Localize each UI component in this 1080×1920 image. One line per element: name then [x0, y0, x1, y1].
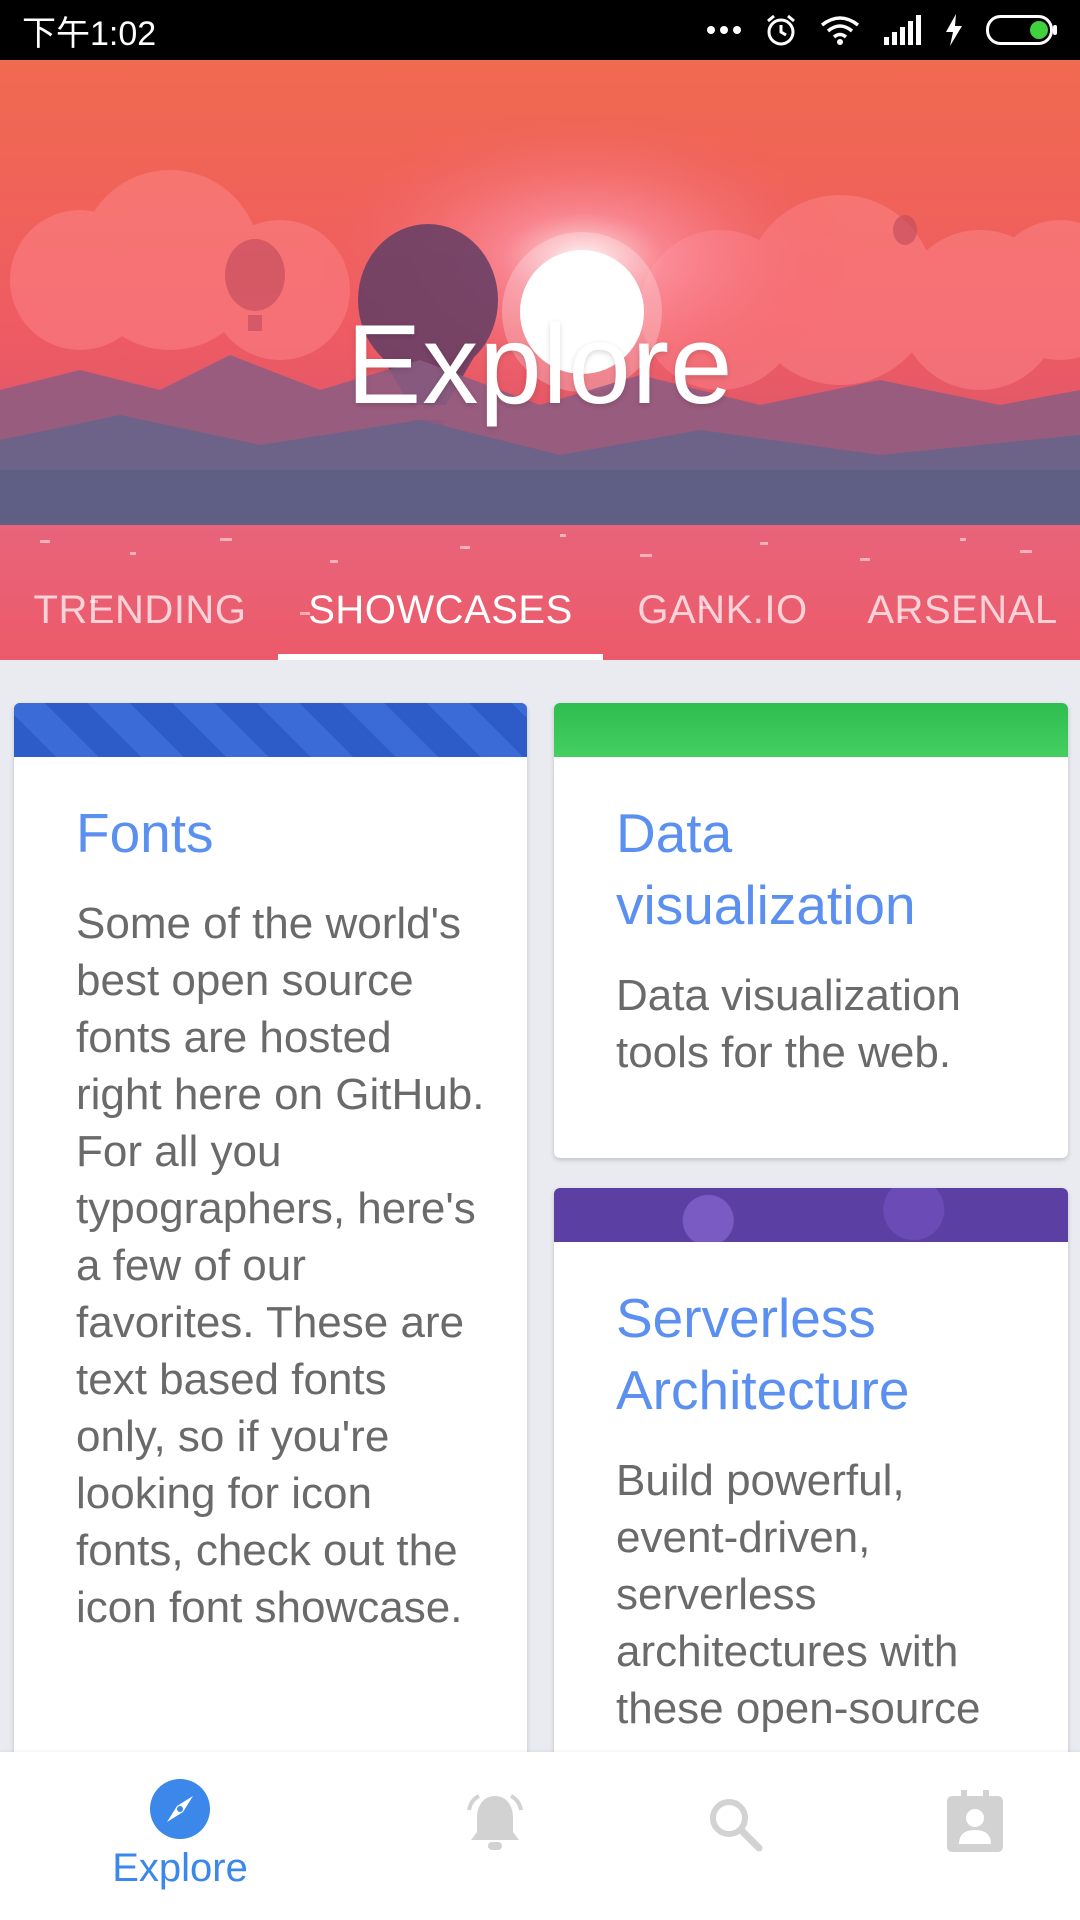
card-description: Data visualization tools for the web.: [616, 971, 961, 1077]
status-icons: [706, 13, 1058, 47]
nav-notifications[interactable]: [360, 1752, 630, 1920]
search-icon: [710, 1799, 763, 1852]
page-title: Explore: [346, 302, 734, 427]
showcase-card-data-visualization[interactable]: Data visualization Data visualization to…: [554, 703, 1068, 1158]
explore-header: Explore TRENDING SHOWCASES GANK.IO ARSEN…: [0, 60, 1080, 660]
card-title: Fonts: [76, 802, 214, 864]
battery-icon: [986, 15, 1057, 45]
nav-explore-label: Explore: [112, 1846, 248, 1890]
tab-showcases[interactable]: SHOWCASES: [278, 560, 603, 660]
tab-bar: TRENDING SHOWCASES GANK.IO ARSENAL: [0, 560, 1080, 660]
signal-icon: [884, 15, 921, 45]
active-tab-indicator: [278, 654, 603, 660]
showcase-card-serverless-architecture[interactable]: Serverless Architecture Build powerful, …: [554, 1188, 1068, 1838]
card-description: Build powerful, event-driven, serverless…: [616, 1456, 981, 1733]
nav-profile[interactable]: [840, 1752, 1080, 1920]
profile-icon: [947, 1790, 1003, 1852]
more-dots-icon: [707, 26, 741, 34]
alarm-icon: [767, 14, 795, 46]
bell-icon: [467, 1794, 523, 1850]
status-time: 下午1:02: [22, 14, 157, 53]
status-bar: 下午1:02: [0, 0, 1080, 60]
bottom-navigation: Explore: [0, 1752, 1080, 1920]
card-banner: [14, 703, 527, 757]
showcase-card-fonts[interactable]: Fonts Some of the world's best open sour…: [14, 703, 527, 1833]
wifi-icon: [820, 16, 860, 45]
card-banner: [554, 1188, 1068, 1242]
compass-icon: [150, 1779, 210, 1839]
tab-trending[interactable]: TRENDING: [10, 560, 270, 660]
nav-explore[interactable]: Explore: [45, 1752, 315, 1920]
card-title: Serverless Architecture: [616, 1287, 910, 1421]
charging-icon: [946, 14, 962, 46]
tab-gank-io[interactable]: GANK.IO: [615, 560, 830, 660]
card-banner: [554, 703, 1068, 757]
card-title: Data visualization: [616, 802, 916, 936]
card-description: Some of the world's best open source fon…: [76, 899, 485, 1632]
nav-search[interactable]: [600, 1752, 870, 1920]
tab-arsenal[interactable]: ARSENAL: [845, 560, 1080, 660]
